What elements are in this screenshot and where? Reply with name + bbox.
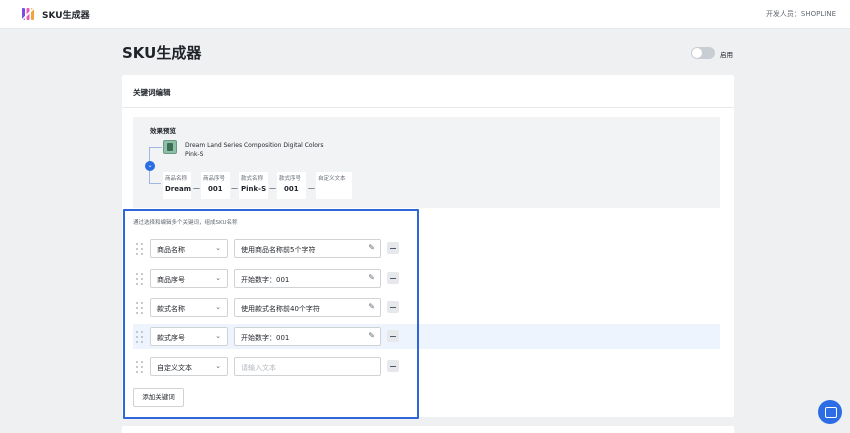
segment-separator: — xyxy=(231,184,238,192)
developer-info: 开发人员：SHOPLINE xyxy=(765,10,836,18)
segment-separator: — xyxy=(269,184,276,192)
sku-logo-icon xyxy=(22,7,35,21)
enable-toggle[interactable] xyxy=(691,47,715,59)
preview-segment: 商品名称 Dream xyxy=(163,172,191,199)
segment-value: 001 xyxy=(208,185,223,193)
product-name: Dream Land Series Composition Digital Co… xyxy=(185,142,324,149)
segment-value: Dream xyxy=(165,185,192,193)
preview-segment: 款式序号 001 xyxy=(277,172,306,199)
collapse-icon[interactable]: ⌄ xyxy=(145,161,155,171)
segment-label: 自定义文本 xyxy=(318,176,346,182)
enable-toggle-label: 启用 xyxy=(720,51,733,59)
segment-value: 001 xyxy=(284,185,299,193)
toggle-knob xyxy=(692,48,702,58)
chat-icon[interactable] xyxy=(818,400,842,424)
segment-value: Pink-S xyxy=(241,185,267,193)
preview-title: 效果预览 xyxy=(150,127,176,135)
preview-segment: 自定义文本 xyxy=(316,172,352,199)
segment-label: 商品序号 xyxy=(203,176,226,182)
card-divider xyxy=(122,107,734,108)
page-title: SKU生成器 xyxy=(122,44,202,62)
card-title: 关键词编辑 xyxy=(133,88,171,97)
product-thumbnail xyxy=(163,140,177,154)
segment-label: 商品名称 xyxy=(165,176,188,182)
preview-segment: 商品序号 001 xyxy=(201,172,230,199)
preview-panel: 效果预览 ⌄ Dream Land Series Composition Dig… xyxy=(133,117,720,208)
segment-separator: — xyxy=(308,184,315,192)
tree-line xyxy=(149,183,161,184)
segment-separator: — xyxy=(193,184,200,192)
segment-label: 款式名称 xyxy=(241,176,264,182)
preview-segment: 款式名称 Pink-S xyxy=(239,172,268,199)
product-variant: Pink-S xyxy=(185,151,204,158)
selection-highlight-frame xyxy=(123,209,419,419)
app-title: SKU生成器 xyxy=(42,11,90,21)
next-card xyxy=(122,426,734,433)
top-bar: SKU生成器 开发人员：SHOPLINE xyxy=(0,0,850,29)
segment-label: 款式序号 xyxy=(279,176,302,182)
tree-line xyxy=(149,147,162,148)
